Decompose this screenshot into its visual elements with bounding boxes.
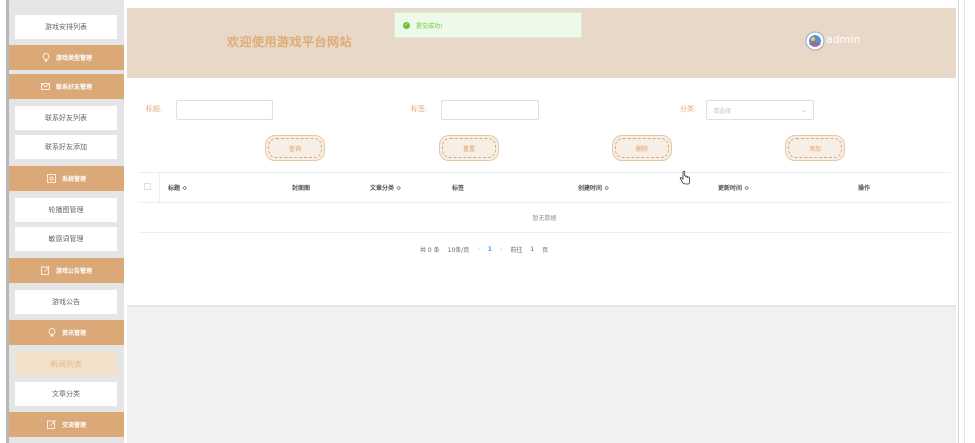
sidebar-item-label: 文章分类 bbox=[52, 390, 80, 398]
sidebar-item-game-schedule-list[interactable]: 游戏安排列表 bbox=[15, 15, 117, 39]
page-size-select[interactable]: 10条/页 bbox=[448, 245, 470, 254]
check-circle-icon: ✓ bbox=[403, 21, 410, 29]
window-frame-right bbox=[958, 0, 959, 443]
sidebar-group-announcement[interactable]: 游戏公告管理 bbox=[9, 258, 124, 283]
column-header-category[interactable]: 文章分类 ≎ bbox=[370, 183, 401, 192]
add-button-label: 添加 bbox=[788, 138, 842, 158]
sidebar-group-game-type[interactable]: 游戏类型管理 bbox=[9, 45, 124, 70]
category-select-placeholder: 请选择 bbox=[713, 107, 732, 115]
sidebar-group-label: 系统管理 bbox=[61, 176, 86, 183]
table-empty-text: 暂无数据 bbox=[138, 203, 951, 233]
username[interactable]: admin bbox=[826, 33, 860, 46]
search-button[interactable]: 查询 bbox=[265, 135, 325, 161]
edit-icon bbox=[41, 266, 51, 276]
edit-icon bbox=[47, 420, 57, 430]
sidebar-group-label: 游戏类型管理 bbox=[55, 55, 92, 62]
sidebar-group-label: 游戏公告管理 bbox=[55, 268, 92, 275]
tag-filter-label: 标签: bbox=[411, 105, 428, 113]
sidebar-group-label: 资讯管理 bbox=[61, 330, 86, 337]
goto-label: 前往 bbox=[510, 246, 523, 254]
site-title: 欢迎使用游戏平台网站 bbox=[227, 35, 353, 49]
content-background bbox=[127, 307, 956, 443]
avatar-icon bbox=[805, 31, 825, 51]
table-header: 标题 ≎ 封面图 文章分类 ≎ 标签 创建时间 ≎ 更新时间 ≎ 操作 bbox=[138, 172, 951, 203]
toast-message: 提交成功! bbox=[416, 22, 443, 30]
sidebar-item-label: 新闻列表 bbox=[50, 359, 82, 369]
sidebar-item-carousel[interactable]: 轮播图管理 bbox=[15, 198, 117, 222]
next-page-button[interactable]: › bbox=[500, 246, 502, 253]
sidebar-group-contacts[interactable]: 联系好友管理 bbox=[9, 74, 124, 99]
sidebar-item-news-list[interactable]: 新闻列表 bbox=[15, 352, 117, 376]
mail-icon bbox=[41, 82, 51, 92]
sidebar-group-news[interactable]: 资讯管理 bbox=[9, 320, 124, 345]
page-suffix: 页 bbox=[542, 246, 549, 254]
sidebar-item-label: 联系好友列表 bbox=[45, 114, 87, 122]
reset-button[interactable]: 重置 bbox=[439, 135, 499, 161]
sidebar-group-system[interactable]: 系统管理 bbox=[9, 166, 124, 191]
sidebar-item-contact-list[interactable]: 联系好友列表 bbox=[15, 106, 117, 130]
sidebar-item-label: 联系好友添加 bbox=[45, 143, 87, 151]
news-table: 标题 ≎ 封面图 文章分类 ≎ 标签 创建时间 ≎ 更新时间 ≎ 操作 暂无数据 bbox=[138, 172, 951, 233]
select-all-checkbox[interactable] bbox=[144, 183, 151, 190]
column-header-created[interactable]: 创建时间 ≎ bbox=[578, 183, 609, 192]
add-button[interactable]: 添加 bbox=[785, 135, 845, 161]
sidebar-item-sensitive-words[interactable]: 敏感词管理 bbox=[15, 227, 117, 251]
sidebar-group-label: 交流管理 bbox=[61, 422, 86, 429]
avatar[interactable] bbox=[805, 31, 825, 51]
delete-button[interactable]: 删除 bbox=[612, 135, 672, 161]
sidebar-item-label: 游戏安排列表 bbox=[45, 23, 87, 31]
hand-cursor-icon bbox=[679, 170, 691, 185]
sidebar-item-contact-add[interactable]: 联系好友添加 bbox=[15, 135, 117, 159]
sidebar-item-label: 轮播图管理 bbox=[48, 206, 84, 214]
sidebar-item-label: 游戏公告 bbox=[52, 298, 80, 306]
prev-page-button[interactable]: ‹ bbox=[477, 246, 479, 253]
sidebar-item-article-category[interactable]: 文章分类 bbox=[15, 382, 117, 406]
sidebar: 游戏安排列表 游戏类型管理 联系好友管理 联系好友列表 联系好友添加 系统管理 … bbox=[9, 0, 124, 443]
success-toast: ✓ 提交成功! bbox=[394, 12, 582, 38]
tag-filter-input[interactable] bbox=[441, 100, 539, 120]
column-header-updated[interactable]: 更新时间 ≎ bbox=[718, 183, 749, 192]
chevron-down-icon: ⌄ bbox=[801, 106, 807, 114]
sidebar-item-label: 敏感词管理 bbox=[48, 235, 84, 243]
category-select[interactable]: 请选择 ⌄ bbox=[706, 100, 814, 120]
column-header-tag: 标签 bbox=[452, 185, 465, 192]
column-header-title[interactable]: 标题 ≎ bbox=[168, 183, 187, 192]
category-filter-label: 分类: bbox=[680, 105, 697, 113]
pagination: 共 0 条 10条/页 ‹ 1 › 前往 1 页 bbox=[420, 244, 556, 254]
goto-page-input[interactable]: 1 bbox=[530, 246, 534, 253]
title-filter-input[interactable] bbox=[176, 100, 273, 120]
reset-button-label: 重置 bbox=[442, 138, 496, 158]
search-button-label: 查询 bbox=[268, 138, 322, 158]
column-header-actions: 操作 bbox=[858, 185, 871, 192]
pagination-total: 共 0 条 bbox=[420, 246, 440, 254]
delete-button-label: 删除 bbox=[615, 138, 669, 158]
settings-icon bbox=[47, 174, 57, 184]
sidebar-group-exchange[interactable]: 交流管理 bbox=[9, 412, 124, 437]
column-divider bbox=[159, 173, 160, 202]
window-frame-right-outer bbox=[964, 0, 965, 443]
title-filter-label: 标题: bbox=[146, 105, 163, 113]
column-header-cover: 封面图 bbox=[292, 185, 311, 192]
bulb-icon bbox=[47, 328, 57, 338]
bulb-icon bbox=[41, 53, 51, 63]
sidebar-item-announcements[interactable]: 游戏公告 bbox=[15, 290, 117, 314]
page-number-1[interactable]: 1 bbox=[488, 246, 492, 253]
sidebar-group-label: 联系好友管理 bbox=[55, 84, 92, 91]
